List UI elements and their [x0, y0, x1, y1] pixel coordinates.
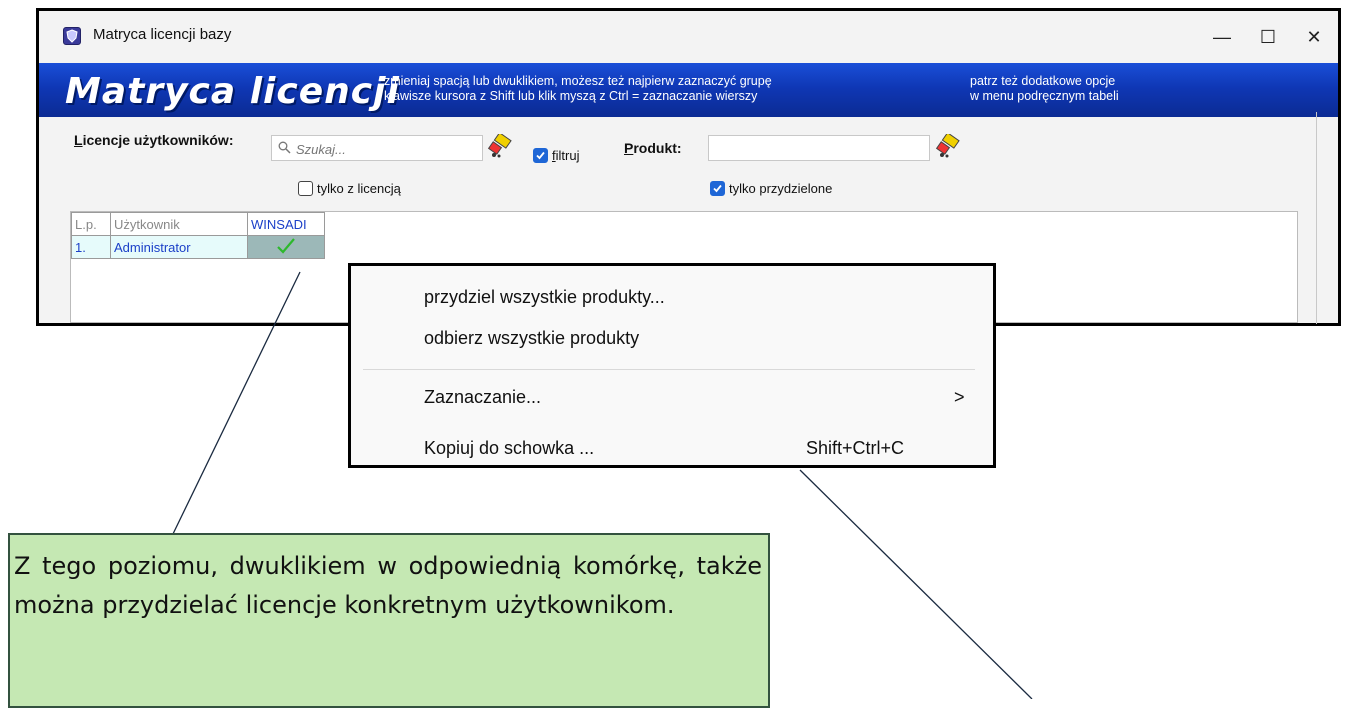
callout-pointer-line	[171, 271, 301, 537]
context-menu: przydziel wszystkie produkty... odbierz …	[348, 263, 996, 468]
menu-item-assign-all[interactable]: przydziel wszystkie produkty...	[424, 287, 665, 308]
menu-item-selection[interactable]: Zaznaczanie...	[424, 387, 541, 408]
menu-pointer-line	[799, 469, 1033, 699]
menu-item-revoke-all[interactable]: odbierz wszystkie produkty	[424, 328, 639, 349]
menu-shortcut-copy: Shift+Ctrl+C	[806, 438, 905, 458]
submenu-chevron-icon: >	[954, 387, 965, 407]
menu-separator	[363, 369, 975, 370]
menu-item-copy-clipboard[interactable]: Kopiuj do schowka ...	[424, 438, 594, 459]
callout-text: Z tego poziomu, dwuklikiem w odpowiednią…	[14, 552, 762, 619]
explanation-callout: Z tego poziomu, dwuklikiem w odpowiednią…	[8, 533, 770, 708]
